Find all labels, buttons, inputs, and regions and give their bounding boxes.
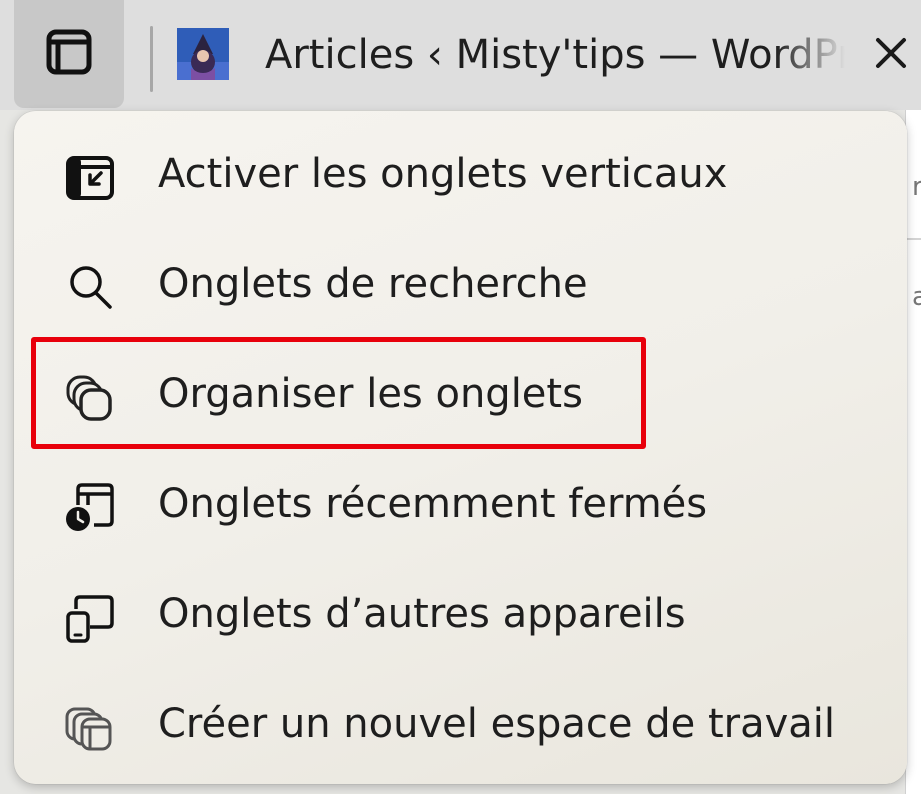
menu-item-recently-closed[interactable]: Onglets récemment fermés	[14, 447, 907, 557]
menu-item-label: Onglets de recherche	[158, 261, 588, 307]
menu-item-vertical-tabs[interactable]: Activer les onglets verticaux	[14, 117, 907, 227]
page-edge: r a	[905, 110, 921, 794]
site-favicon-icon	[177, 28, 229, 80]
close-icon	[874, 36, 908, 74]
tab-actions-button[interactable]	[14, 0, 124, 108]
tab-title: Articles ‹ Misty'tips — WordPress	[265, 32, 845, 78]
menu-item-search-tabs[interactable]: Onglets de recherche	[14, 227, 907, 337]
menu-item-organize-tabs[interactable]: Organiser les onglets	[14, 337, 907, 447]
search-icon	[64, 261, 116, 313]
tab-actions-menu: Activer les onglets verticaux Onglets de…	[14, 111, 907, 784]
menu-item-other-devices[interactable]: Onglets d’autres appareils	[14, 557, 907, 667]
vertical-tabs-icon	[64, 151, 116, 203]
menu-item-label: Créer un nouvel espace de travail	[158, 701, 836, 747]
recently-closed-icon	[64, 481, 116, 533]
menu-item-new-workspace[interactable]: Créer un nouvel espace de travail	[14, 667, 907, 777]
menu-item-label: Onglets récemment fermés	[158, 481, 708, 527]
other-devices-icon	[64, 591, 116, 643]
workspace-icon	[64, 701, 116, 753]
tab-bar: Articles ‹ Misty'tips — WordPress	[0, 0, 921, 110]
tab-separator	[150, 26, 153, 92]
organize-tabs-icon	[64, 371, 116, 423]
tab-actions-icon	[43, 26, 95, 82]
menu-item-label: Activer les onglets verticaux	[158, 151, 728, 197]
close-tab-button[interactable]	[870, 34, 912, 76]
browser-tab[interactable]: Articles ‹ Misty'tips — WordPress	[160, 0, 921, 110]
menu-item-label: Onglets d’autres appareils	[158, 591, 686, 637]
menu-item-label: Organiser les onglets	[158, 371, 583, 417]
